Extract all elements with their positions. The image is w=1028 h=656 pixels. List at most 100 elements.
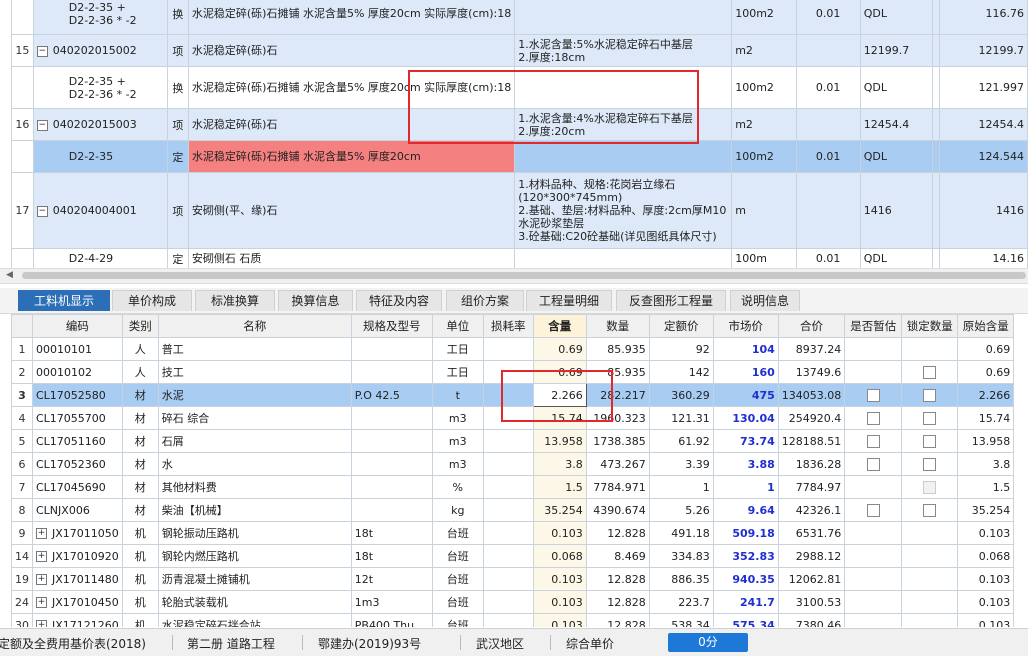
loss-rate[interactable]	[482, 429, 534, 453]
resource-row[interactable]: 9 + JX17011050 机钢轮振动压路机 18t 台班 0.103 12.828 491.…	[11, 521, 1015, 545]
column-header[interactable]: 含量	[532, 314, 587, 338]
bill-code[interactable]: D2-4-29	[32, 248, 168, 268]
bill-feature[interactable]	[514, 248, 733, 268]
bill-code[interactable]: −040204004001	[32, 172, 168, 249]
bill-code[interactable]: D2-2-35 + D2-2-36 * -2	[32, 0, 168, 35]
provisional-cell[interactable]	[844, 452, 903, 476]
bill-row[interactable]: 17−040204004001 项安砌侧(平、缘)石 1.材料品种、规格:花岗岩立缘…	[11, 172, 1028, 249]
loss-rate[interactable]	[482, 590, 534, 614]
provisional-cell[interactable]	[844, 590, 903, 614]
market-price[interactable]: 509.18	[712, 521, 779, 545]
resource-spec[interactable]: P.O 42.5	[350, 383, 433, 407]
resource-name[interactable]: 柴油【机械】	[157, 498, 352, 522]
loss-rate[interactable]	[482, 452, 534, 476]
content-qty[interactable]: 0.068	[532, 544, 587, 568]
loss-rate[interactable]	[482, 567, 534, 591]
column-header[interactable]: 定额价	[648, 314, 714, 338]
provisional-cell[interactable]	[844, 383, 903, 407]
loss-rate[interactable]	[482, 337, 534, 361]
bill-expression[interactable]: 1416	[859, 172, 933, 249]
resource-name[interactable]: 水泥	[157, 383, 352, 407]
column-header[interactable]: 损耗率	[482, 314, 534, 338]
resource-code[interactable]: + JX17011480	[32, 567, 123, 591]
content-qty[interactable]: 0.69	[532, 360, 587, 384]
lock-qty-cell[interactable]	[901, 613, 959, 627]
resource-code[interactable]: CL17045690	[32, 475, 123, 499]
resource-row[interactable]: 24 + JX17010450 机轮胎式装载机 1m3 台班 0.103 12.828 223.…	[11, 590, 1015, 614]
loss-rate[interactable]	[482, 383, 534, 407]
bill-qty[interactable]: 0.01	[795, 0, 861, 35]
resource-name[interactable]: 沥青混凝土摊铺机	[157, 567, 352, 591]
provisional-checkbox[interactable]	[866, 434, 880, 448]
resource-name[interactable]: 水	[157, 452, 352, 476]
lock-qty-cell[interactable]	[901, 521, 959, 545]
market-price[interactable]: 1	[712, 475, 779, 499]
bill-qty[interactable]	[795, 34, 861, 67]
lock-qty-checkbox[interactable]	[923, 411, 937, 425]
resource-code[interactable]: CLNJX006	[32, 498, 123, 522]
tab-2[interactable]: 单价构成	[112, 290, 192, 311]
expand-icon[interactable]: +	[36, 574, 47, 585]
expand-icon[interactable]: +	[36, 597, 47, 608]
lock-qty-cell[interactable]	[901, 383, 959, 407]
tab-4[interactable]: 换算信息	[278, 290, 353, 311]
expand-icon[interactable]: +	[36, 620, 47, 627]
bill-qty[interactable]: 0.01	[795, 66, 861, 109]
loss-rate[interactable]	[482, 521, 534, 545]
provisional-cell[interactable]	[844, 360, 903, 384]
resource-row[interactable]: 7 CL17045690 材其他材料费% 1.5 7784.971 1 1 7784.97 1.…	[11, 475, 1015, 499]
bill-feature[interactable]	[514, 140, 733, 173]
tab-5[interactable]: 特征及内容	[356, 290, 442, 311]
resource-name[interactable]: 轮胎式装载机	[157, 590, 352, 614]
resource-code[interactable]: + JX17010450	[32, 590, 123, 614]
tab-1[interactable]: 工料机显示	[18, 290, 110, 311]
resource-spec[interactable]: PB400 Thu	[350, 613, 433, 627]
lock-qty-checkbox[interactable]	[923, 388, 937, 402]
loss-rate[interactable]	[482, 544, 534, 568]
content-qty[interactable]: 0.103	[532, 613, 587, 627]
resource-row[interactable]: 30 + JX17121260 机水泥稳定碎石拌合站 PB400 Thu 台班 0.103 1…	[11, 613, 1015, 627]
content-qty[interactable]: 2.266	[532, 383, 587, 407]
lock-qty-cell[interactable]	[901, 567, 959, 591]
resource-code[interactable]: 00010101	[32, 337, 123, 361]
market-price[interactable]: 475	[712, 383, 779, 407]
bill-qty[interactable]: 0.01	[795, 140, 861, 173]
provisional-cell[interactable]	[844, 567, 903, 591]
bill-feature[interactable]: 1.水泥含量:5%水泥稳定碎石中基层 2.厚度:18cm	[514, 34, 733, 67]
bill-row[interactable]: D2-2-35 + D2-2-36 * -2 换水泥稳定碎(砾)石摊铺 水泥含量5…	[11, 66, 1028, 109]
tab-6[interactable]: 组价方案	[446, 290, 524, 311]
loss-rate[interactable]	[482, 498, 534, 522]
content-qty[interactable]: 0.69	[532, 337, 587, 361]
column-header[interactable]: 是否暂估	[844, 314, 903, 338]
tab-8[interactable]: 反查图形工程量	[616, 290, 726, 311]
provisional-cell[interactable]	[844, 544, 903, 568]
market-price[interactable]: 160	[712, 360, 779, 384]
resource-code[interactable]: CL17052360	[32, 452, 123, 476]
resource-spec[interactable]	[350, 498, 433, 522]
resource-spec[interactable]	[350, 406, 433, 430]
resource-code[interactable]: + JX17010920	[32, 544, 123, 568]
resource-row[interactable]: 4 CL17055700 材碎石 综合 m3 15.74 1960.323 121.31 13…	[11, 406, 1015, 430]
content-qty[interactable]: 1.5	[532, 475, 587, 499]
column-header[interactable]: 市场价	[712, 314, 779, 338]
lock-qty-cell[interactable]	[901, 406, 959, 430]
bill-expression[interactable]: QDL	[859, 140, 933, 173]
content-qty[interactable]: 15.74	[532, 406, 587, 430]
provisional-cell[interactable]	[844, 475, 903, 499]
market-price[interactable]: 9.64	[712, 498, 779, 522]
resource-row[interactable]: 3 CL17052580 材水泥 P.O 42.5 t 2.266 282.217 360.2…	[11, 383, 1015, 407]
bill-expression[interactable]: 12454.4	[859, 108, 933, 141]
market-price[interactable]: 241.7	[712, 590, 779, 614]
content-qty[interactable]: 0.103	[532, 521, 587, 545]
scrollbar-thumb[interactable]	[22, 272, 1026, 279]
resource-name[interactable]: 水泥稳定碎石拌合站	[157, 613, 352, 627]
resource-row[interactable]: 5 CL17051160 材石屑 m3 13.958 1738.385 61.92 73.74…	[11, 429, 1015, 453]
resource-spec[interactable]: 18t	[350, 521, 433, 545]
provisional-cell[interactable]	[844, 337, 903, 361]
content-qty[interactable]: 13.958	[532, 429, 587, 453]
bill-name[interactable]: 安砌侧(平、缘)石	[187, 172, 516, 249]
provisional-checkbox[interactable]	[866, 503, 880, 517]
bill-code[interactable]: D2-2-35	[32, 140, 168, 173]
lock-qty-checkbox[interactable]	[923, 503, 937, 517]
resource-row[interactable]: 1 00010101 人普工 工日 0.69 85.935 92 104 8937.24 0.69	[11, 337, 1015, 361]
